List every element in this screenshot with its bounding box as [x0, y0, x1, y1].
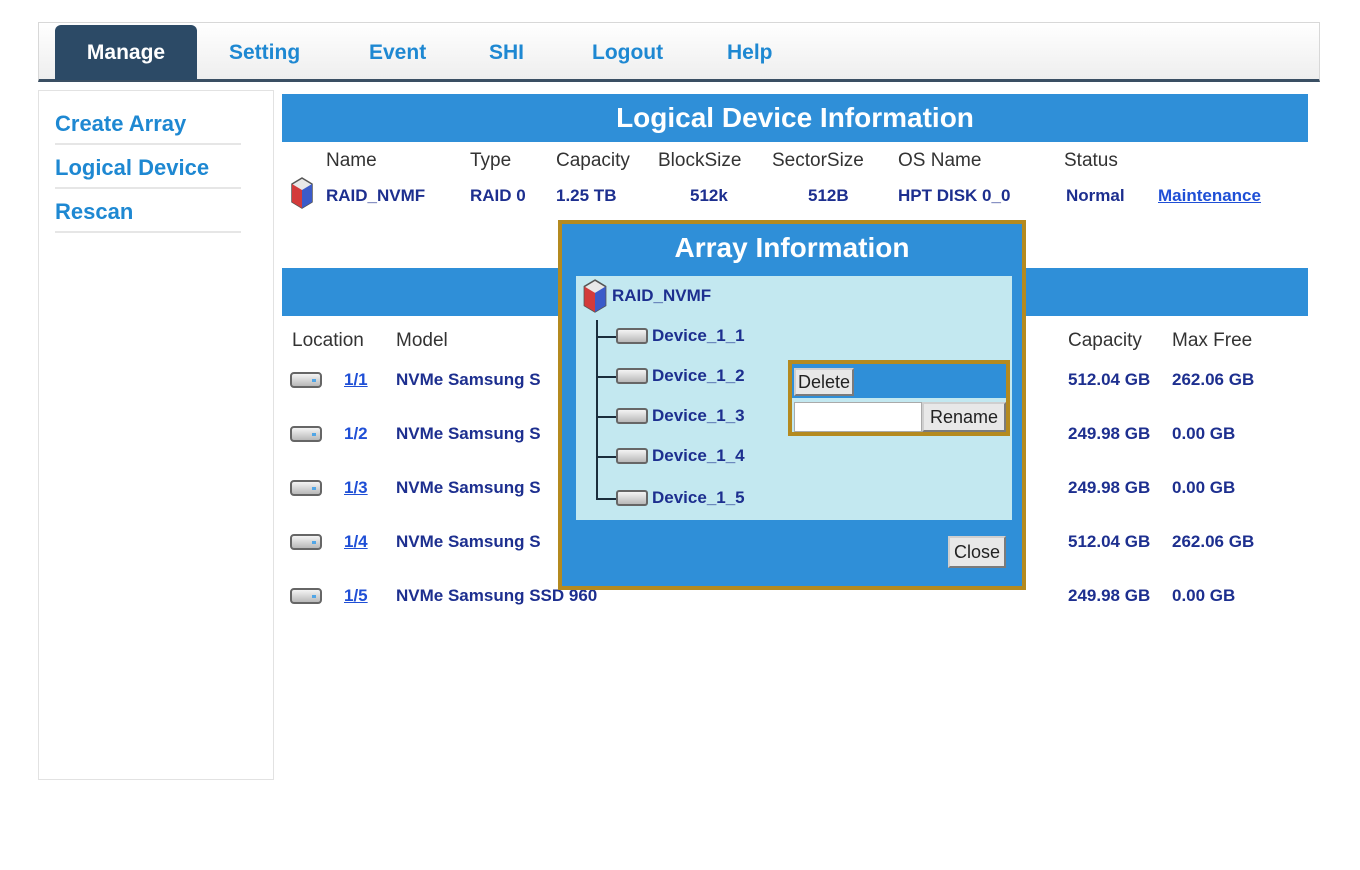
device-capacity: 512.04 GB — [1068, 532, 1151, 551]
dialog-title: Array Information — [674, 232, 910, 263]
header-sectorsize: SectorSize — [772, 150, 864, 171]
logical-type: RAID 0 — [470, 186, 526, 205]
header-blocksize: BlockSize — [658, 150, 742, 171]
header-name: Name — [326, 150, 377, 171]
sidebar-item-create-array[interactable]: Create Array — [55, 103, 241, 145]
tab-setting[interactable]: Setting — [229, 41, 300, 65]
device-capacity: 249.98 GB — [1068, 424, 1151, 443]
logical-sectorsize: 512B — [808, 186, 849, 205]
array-tree-panel: RAID_NVMF Device_1_1 Device_1_2 Device_1… — [576, 276, 1012, 520]
device-model: NVMe Samsung S — [396, 424, 541, 443]
tab-event[interactable]: Event — [369, 41, 426, 65]
device-capacity: 249.98 GB — [1068, 586, 1151, 605]
header-max-free: Max Free — [1172, 330, 1253, 351]
device-label: Device_1_5 — [652, 488, 745, 507]
array-context-menu: Delete Rename — [788, 360, 1010, 436]
device-label: Device_1_4 — [652, 446, 745, 465]
header-type: Type — [470, 150, 512, 171]
device-model: NVMe Samsung S — [396, 370, 541, 389]
tab-logout[interactable]: Logout — [592, 41, 663, 65]
sidebar: Create Array Logical Device Rescan — [38, 90, 274, 780]
tab-manage[interactable]: Manage — [55, 25, 197, 80]
disk-icon — [290, 480, 322, 496]
close-button[interactable]: Close — [948, 536, 1006, 568]
location-link[interactable]: 1/3 — [344, 478, 368, 498]
device-max-free: 262.06 GB — [1172, 370, 1255, 389]
location-link[interactable]: 1/4 — [344, 532, 368, 552]
device-label: Device_1_3 — [652, 406, 745, 425]
device-model: NVMe Samsung S — [396, 532, 541, 551]
rename-input[interactable] — [794, 402, 922, 432]
tab-help[interactable]: Help — [727, 41, 773, 65]
logical-blocksize: 512k — [690, 186, 728, 205]
location-link[interactable]: 1/5 — [344, 586, 368, 606]
tree-root-array[interactable]: RAID_NVMF — [612, 286, 711, 306]
logical-device-title: Logical Device Information — [282, 94, 1308, 142]
array-information-dialog: Array Information RAID_NVMF Device_1_1 D… — [558, 220, 1026, 590]
device-max-free: 262.06 GB — [1172, 532, 1255, 551]
disk-icon — [616, 328, 648, 344]
disk-icon — [616, 368, 648, 384]
maintenance-link[interactable]: Maintenance — [1158, 186, 1261, 206]
header-os-name: OS Name — [898, 150, 982, 171]
disk-icon — [616, 490, 648, 506]
logical-status: Normal — [1066, 186, 1125, 205]
device-max-free: 0.00 GB — [1172, 586, 1236, 605]
header-model: Model — [396, 330, 448, 351]
sidebar-item-rescan[interactable]: Rescan — [55, 191, 241, 233]
disk-icon — [290, 534, 322, 550]
device-max-free: 0.00 GB — [1172, 424, 1236, 443]
logical-capacity: 1.25 TB — [556, 186, 617, 205]
disk-icon — [616, 448, 648, 464]
delete-button[interactable]: Delete — [794, 368, 855, 396]
device-label: Device_1_2 — [652, 366, 745, 385]
header-capacity: Capacity — [556, 150, 630, 171]
device-model: NVMe Samsung S — [396, 478, 541, 497]
header-physical-capacity: Capacity — [1068, 330, 1142, 351]
rename-button[interactable]: Rename — [922, 402, 1006, 432]
location-text[interactable]: 1/2 — [344, 424, 368, 444]
logical-name: RAID_NVMF — [326, 186, 426, 205]
tree-connector — [596, 320, 598, 500]
location-link[interactable]: 1/1 — [344, 370, 368, 390]
raid-array-icon — [291, 177, 313, 209]
tab-shi[interactable]: SHI — [489, 41, 524, 65]
device-capacity: 512.04 GB — [1068, 370, 1151, 389]
device-max-free: 0.00 GB — [1172, 478, 1236, 497]
sidebar-item-logical-device[interactable]: Logical Device — [55, 147, 241, 189]
disk-icon — [616, 408, 648, 424]
raid-array-icon — [583, 279, 607, 313]
disk-icon — [290, 372, 322, 388]
logical-os-name: HPT DISK 0_0 — [898, 186, 1011, 205]
top-nav-bar: Manage Setting Event SHI Logout Help — [38, 22, 1320, 82]
disk-icon — [290, 426, 322, 442]
header-location: Location — [292, 330, 364, 351]
device-capacity: 249.98 GB — [1068, 478, 1151, 497]
device-label: Device_1_1 — [652, 326, 745, 345]
disk-icon — [290, 588, 322, 604]
header-status: Status — [1064, 150, 1118, 171]
